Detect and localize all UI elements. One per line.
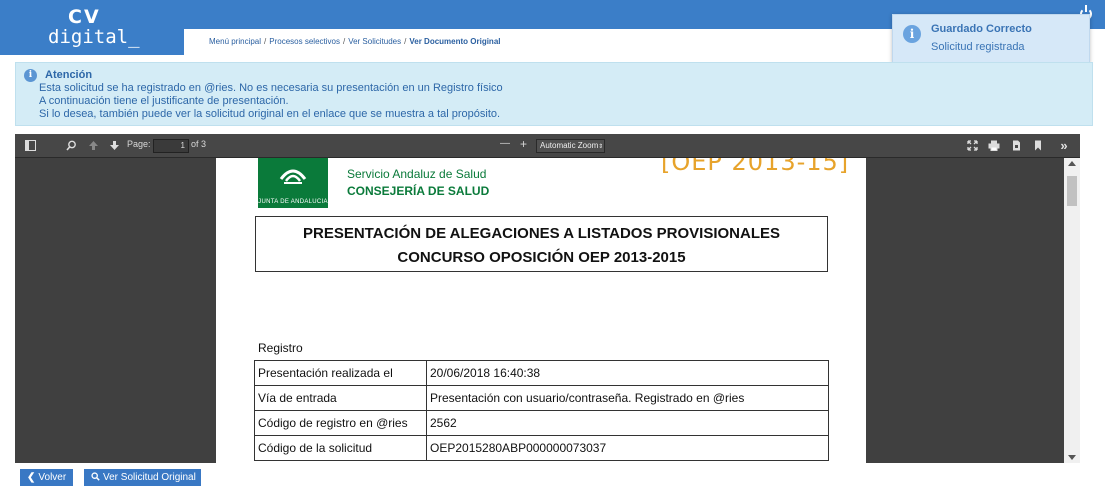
page-number-input[interactable]: 1 — [153, 139, 189, 153]
viewer-background — [15, 158, 216, 463]
breadcrumb-item-menu[interactable]: Menú principal — [209, 37, 261, 46]
pdf-scrollbar[interactable] — [1064, 158, 1080, 463]
table-cell-value: 2562 — [426, 410, 829, 436]
org-name: Servicio Andaluz de Salud — [347, 167, 487, 181]
toast-title: Guardado Correcto — [931, 23, 1032, 35]
table-row: Vía de entrada Presentación con usuario/… — [254, 385, 829, 411]
scroll-down-icon[interactable] — [1068, 455, 1076, 460]
table-cell-key: Código de la solicitud — [254, 435, 427, 461]
attention-alert: i Atención Esta solicitud se ha registra… — [15, 62, 1093, 126]
view-original-button[interactable]: Ver Solicitud Original — [84, 469, 201, 486]
junta-andalucia-logo: JUNTA DE ANDALUCIA — [258, 158, 328, 208]
chevron-left-icon: ❮ — [27, 472, 36, 483]
table-row: Código de la solicitud OEP2015280ABP0000… — [254, 435, 829, 461]
info-icon: i — [24, 69, 37, 82]
breadcrumb-separator: / — [404, 37, 407, 46]
download-icon[interactable] — [1010, 140, 1022, 152]
table-cell-key: Presentación realizada el — [254, 360, 427, 386]
page-total: of 3 — [191, 139, 207, 149]
pdf-viewer: Page: 1 of 3 — + Automatic Zoom⇕ » JUNTA… — [15, 134, 1080, 463]
junta-text: JUNTA DE ANDALUCIA — [258, 199, 328, 205]
sidebar-toggle-icon[interactable] — [24, 140, 36, 152]
scrollbar-thumb[interactable] — [1067, 176, 1077, 206]
back-button[interactable]: ❮ Volver — [20, 469, 73, 486]
table-cell-value: Presentación con usuario/contraseña. Reg… — [426, 385, 829, 411]
table-cell-value: OEP2015280ABP000000073037 — [426, 435, 829, 461]
breadcrumb-item-current: Ver Documento Original — [409, 37, 501, 46]
document-title-box: PRESENTACIÓN DE ALEGACIONES A LISTADOS P… — [255, 216, 828, 272]
breadcrumb: Menú principal / Procesos selectivos / Ver S… — [209, 37, 501, 46]
zoom-select-value: Automatic Zoom — [540, 141, 599, 150]
cv-digital-logo[interactable]: CV digital_ — [0, 0, 184, 55]
oep-logo: [OEP 2013-15] — [661, 158, 850, 176]
alert-line: Esta solicitud se ha registrado en @ries… — [39, 82, 503, 94]
info-icon: i — [903, 25, 921, 43]
pdf-page: JUNTA DE ANDALUCIA Servicio Andaluz de S… — [216, 158, 866, 463]
table-row: Código de registro en @ries 2562 — [254, 410, 829, 436]
alert-line: A continuación tiene el justificante de … — [39, 95, 289, 107]
bookmark-icon[interactable] — [1032, 140, 1044, 152]
table-cell-key: Código de registro en @ries — [254, 410, 427, 436]
search-icon — [91, 469, 100, 486]
print-icon[interactable] — [988, 140, 1000, 152]
breadcrumb-separator: / — [264, 37, 267, 46]
tools-chevron-icon[interactable]: » — [1058, 139, 1070, 152]
previous-page-icon[interactable] — [87, 140, 99, 152]
success-toast[interactable]: i Guardado Correcto Solicitud registrada — [892, 14, 1090, 63]
chevron-down-icon: ⇕ — [598, 144, 604, 150]
fullscreen-icon[interactable] — [966, 140, 978, 152]
logo-digital-text: digital_ — [48, 26, 140, 48]
logo-cv-text: CV — [68, 6, 101, 28]
document-title-line1: PRESENTACIÓN DE ALEGACIONES A LISTADOS P… — [303, 225, 780, 242]
registro-table: Presentación realizada el 20/06/2018 16:… — [254, 360, 829, 461]
table-cell-key: Vía de entrada — [254, 385, 427, 411]
zoom-out-button[interactable]: — — [500, 138, 510, 149]
view-original-button-label: Ver Solicitud Original — [103, 472, 196, 483]
junta-emblem-icon — [279, 169, 307, 184]
page-label: Page: — [127, 139, 151, 149]
zoom-in-button[interactable]: + — [520, 137, 527, 151]
breadcrumb-separator: / — [342, 37, 346, 46]
next-page-icon[interactable] — [108, 140, 120, 152]
alert-title: Atención — [45, 69, 93, 81]
scroll-up-icon[interactable] — [1068, 161, 1076, 166]
registro-label: Registro — [258, 341, 303, 355]
table-row: Presentación realizada el 20/06/2018 16:… — [254, 360, 829, 386]
search-icon[interactable] — [65, 140, 77, 152]
alert-line: Si lo desea, también puede ver la solici… — [39, 108, 501, 120]
document-title-line2: CONCURSO OPOSICIÓN OEP 2013-2015 — [397, 249, 686, 266]
breadcrumb-item-solicitudes[interactable]: Ver Solicitudes — [348, 37, 401, 46]
zoom-select[interactable]: Automatic Zoom⇕ — [536, 139, 605, 153]
breadcrumb-item-procesos[interactable]: Procesos selectivos — [269, 37, 340, 46]
back-button-label: Volver — [38, 472, 67, 483]
table-cell-value: 20/06/2018 16:40:38 — [426, 360, 829, 386]
toast-message: Solicitud registrada — [931, 41, 1025, 53]
org-ministry: CONSEJERÍA DE SALUD — [347, 184, 490, 198]
pdf-toolbar: Page: 1 of 3 — + Automatic Zoom⇕ » — [15, 134, 1080, 158]
